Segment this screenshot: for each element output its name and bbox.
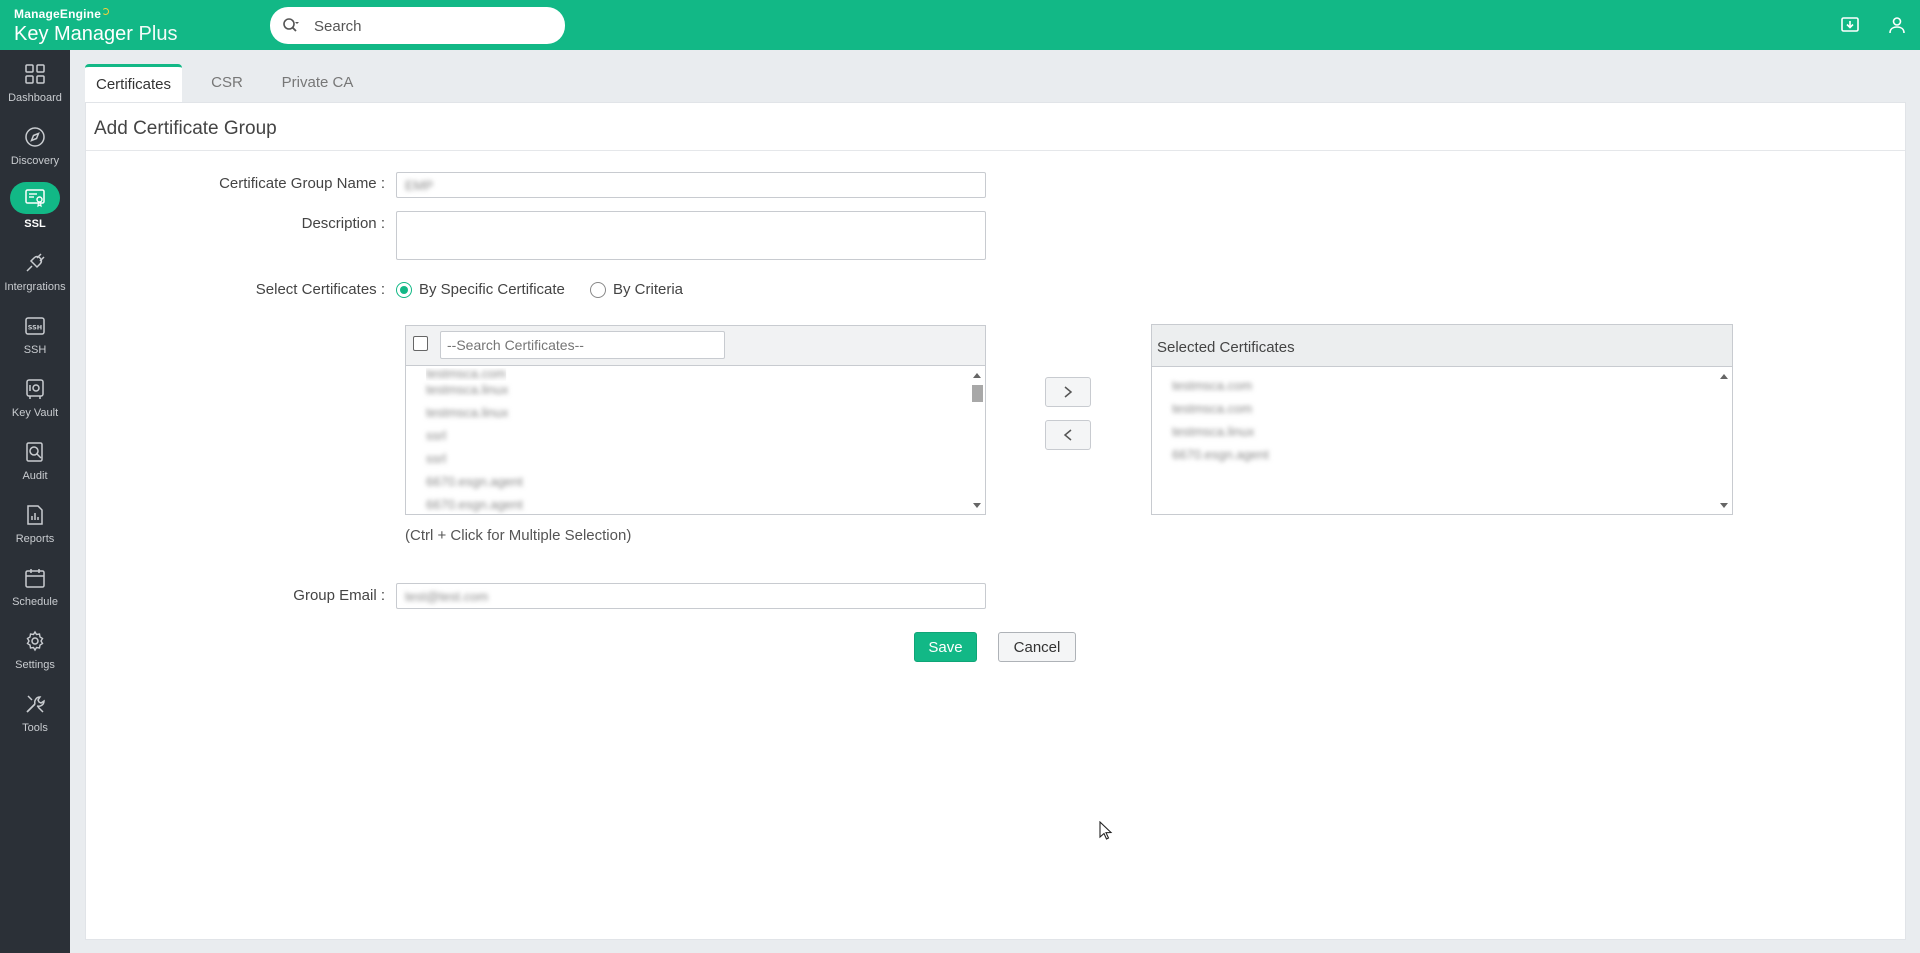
plug-icon bbox=[22, 250, 48, 276]
sidebar-label: Discovery bbox=[10, 155, 60, 167]
product-name: Key Manager bbox=[14, 23, 133, 45]
vault-icon bbox=[22, 376, 48, 402]
available-certificates-list[interactable]: testmsca.com testmsca.linux testmsca.lin… bbox=[405, 325, 986, 515]
list-item[interactable]: 6670.esgn.agent bbox=[426, 497, 523, 512]
reports-icon bbox=[22, 502, 48, 528]
calendar-icon bbox=[22, 565, 48, 591]
group-email-label: Group Email : bbox=[293, 587, 385, 604]
sidebar-item-ssh[interactable]: SSH SSH bbox=[0, 302, 70, 365]
sidebar-label: Key Vault bbox=[11, 407, 59, 419]
scroll-up-icon[interactable] bbox=[1720, 374, 1728, 379]
list-item[interactable]: testmsca.linux bbox=[426, 405, 508, 420]
divider bbox=[86, 150, 1905, 151]
svg-text:SSH: SSH bbox=[28, 324, 43, 332]
sidebar-label: Dashboard bbox=[8, 92, 62, 104]
app-logo[interactable]: ManageEngine Key Manager Plus bbox=[14, 8, 177, 44]
top-bar: ManageEngine Key Manager Plus bbox=[0, 0, 1920, 50]
add-selected-button[interactable] bbox=[1045, 377, 1091, 407]
cancel-button[interactable]: Cancel bbox=[998, 632, 1076, 662]
list-scrollbar[interactable] bbox=[1716, 368, 1732, 514]
tab-private-ca[interactable]: Private CA bbox=[270, 64, 365, 102]
gear-icon bbox=[22, 628, 48, 654]
list-item[interactable]: testmsca.linux bbox=[1172, 424, 1254, 439]
select-certificates-label: Select Certificates : bbox=[255, 281, 385, 298]
sidebar-label: Schedule bbox=[12, 596, 58, 608]
certificate-icon bbox=[10, 182, 60, 214]
description-field[interactable] bbox=[396, 211, 986, 260]
search-input[interactable] bbox=[314, 15, 554, 37]
sidebar-label: SSL bbox=[24, 218, 46, 230]
list-item[interactable]: ssrl bbox=[426, 451, 446, 466]
list-scrollbar[interactable] bbox=[969, 367, 985, 514]
sidebar-item-tools[interactable]: Tools bbox=[0, 680, 70, 743]
group-name-label: Certificate Group Name : bbox=[219, 175, 385, 192]
radio-selected-icon bbox=[396, 281, 412, 298]
tab-certificates[interactable]: Certificates bbox=[85, 64, 182, 102]
page-title: Add Certificate Group bbox=[94, 118, 277, 139]
global-search[interactable] bbox=[270, 7, 565, 44]
scroll-down-icon[interactable] bbox=[1720, 503, 1728, 508]
vendor-name: ManageEngine bbox=[14, 7, 102, 21]
tab-csr[interactable]: CSR bbox=[196, 64, 258, 102]
selected-certificates-list[interactable]: Selected Certificates testmsca.com testm… bbox=[1151, 324, 1733, 515]
list-item[interactable]: 6670.esgn.agent bbox=[1172, 447, 1269, 462]
ssh-icon: SSH bbox=[22, 313, 48, 339]
sidebar: Dashboard Discovery SSL Intergrations SS… bbox=[0, 50, 70, 953]
user-profile-icon[interactable] bbox=[1885, 13, 1909, 37]
chevron-left-icon bbox=[1063, 429, 1072, 441]
group-name-field[interactable]: EMP bbox=[396, 172, 986, 198]
mouse-cursor-icon bbox=[1099, 821, 1113, 840]
list-item[interactable]: testmsca.linux bbox=[426, 382, 508, 397]
remove-selected-button[interactable] bbox=[1045, 420, 1091, 450]
multi-select-hint: (Ctrl + Click for Multiple Selection) bbox=[405, 527, 632, 544]
notification-download-icon[interactable] bbox=[1838, 13, 1862, 37]
list-item[interactable]: testmsca.com bbox=[1172, 378, 1252, 393]
list-item[interactable]: ssrl bbox=[426, 428, 446, 443]
sidebar-item-settings[interactable]: Settings bbox=[0, 617, 70, 680]
select-all-checkbox[interactable] bbox=[413, 336, 428, 351]
list-header: Selected Certificates bbox=[1152, 325, 1732, 367]
list-item[interactable]: testmsca.com bbox=[426, 368, 506, 381]
sidebar-label: Settings bbox=[15, 659, 55, 671]
scroll-up-icon[interactable] bbox=[973, 373, 981, 378]
sidebar-item-schedule[interactable]: Schedule bbox=[0, 554, 70, 617]
chevron-right-icon bbox=[1064, 386, 1073, 398]
radio-label: By Criteria bbox=[613, 281, 684, 298]
group-email-value: test@test.com bbox=[405, 589, 489, 604]
sidebar-item-discovery[interactable]: Discovery bbox=[0, 113, 70, 176]
product-suffix: Plus bbox=[138, 23, 178, 45]
list-header bbox=[406, 326, 985, 366]
sidebar-item-reports[interactable]: Reports bbox=[0, 491, 70, 554]
radio-by-specific-certificate[interactable]: By Specific Certificate bbox=[396, 281, 565, 298]
sidebar-label: Intergrations bbox=[4, 281, 66, 293]
tools-icon bbox=[22, 691, 48, 717]
scroll-thumb[interactable] bbox=[972, 385, 983, 402]
sidebar-label: Tools bbox=[22, 722, 48, 734]
sidebar-item-ssl[interactable]: SSL bbox=[0, 176, 70, 239]
scroll-down-icon[interactable] bbox=[973, 503, 981, 508]
group-name-value: EMP bbox=[405, 178, 434, 193]
selected-certificates-header: Selected Certificates bbox=[1157, 339, 1295, 356]
sidebar-item-dashboard[interactable]: Dashboard bbox=[0, 50, 70, 113]
group-email-field[interactable]: test@test.com bbox=[396, 583, 986, 609]
audit-icon bbox=[22, 439, 48, 465]
sidebar-item-audit[interactable]: Audit bbox=[0, 428, 70, 491]
description-label: Description : bbox=[301, 215, 385, 232]
compass-icon bbox=[22, 124, 48, 150]
sidebar-label: SSH bbox=[23, 344, 47, 356]
radio-by-criteria[interactable]: By Criteria bbox=[590, 281, 683, 298]
sidebar-item-key-vault[interactable]: Key Vault bbox=[0, 365, 70, 428]
sidebar-label: Reports bbox=[15, 533, 55, 545]
sidebar-item-intergrations[interactable]: Intergrations bbox=[0, 239, 70, 302]
dashboard-icon bbox=[22, 61, 48, 87]
search-icon bbox=[282, 17, 300, 35]
radio-unselected-icon bbox=[590, 281, 606, 298]
save-button[interactable]: Save bbox=[914, 632, 977, 662]
list-item[interactable]: 6670.esgn.agent bbox=[426, 474, 523, 489]
list-item[interactable]: testmsca.com bbox=[1172, 401, 1252, 416]
search-certificates-input[interactable] bbox=[440, 331, 725, 359]
radio-label: By Specific Certificate bbox=[419, 281, 565, 298]
sidebar-label: Audit bbox=[22, 470, 48, 482]
